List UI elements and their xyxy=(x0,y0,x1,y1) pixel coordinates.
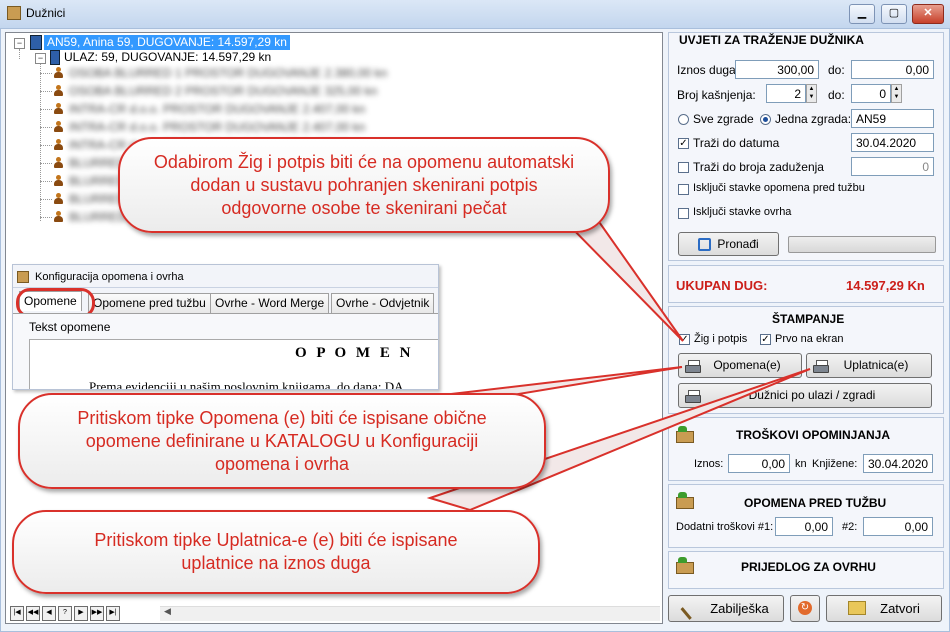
callout-opomena-text: Pritiskom tipke Opomena (e) biti će ispi… xyxy=(77,407,487,474)
callout-zig-text: Odabirom Žig i potpis biti će na opomenu… xyxy=(153,151,575,218)
callout-uplatnica: Pritiskom tipke Uplatnica-e (e) biti će … xyxy=(12,510,540,594)
callout-zig-i-potpis: Odabirom Žig i potpis biti će na opomenu… xyxy=(118,137,610,233)
callout-uplatnica-text: Pritiskom tipke Uplatnica-e (e) biti će … xyxy=(94,530,458,573)
callout-opomena: Pritiskom tipke Opomena (e) biti će ispi… xyxy=(18,393,546,489)
